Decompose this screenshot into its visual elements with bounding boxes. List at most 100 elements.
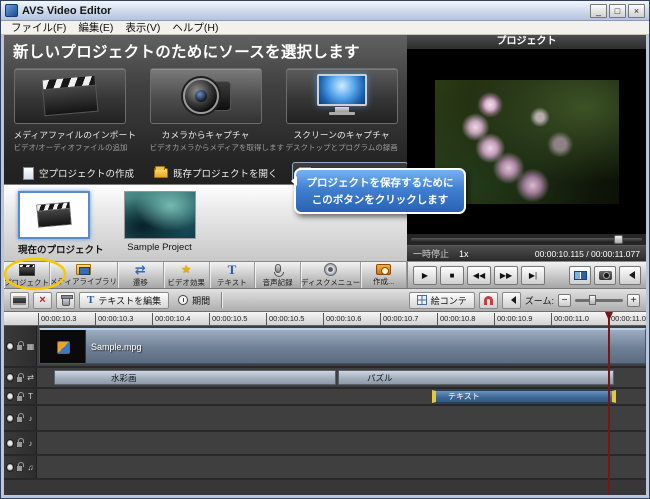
- track-row-voice: ♪: [4, 432, 646, 456]
- transition-clip[interactable]: 水彩画: [54, 370, 336, 385]
- edit-text-button[interactable]: T テキストを編集: [79, 292, 169, 309]
- fullscreen-button[interactable]: [569, 266, 591, 285]
- track-row-audio: ♪: [4, 406, 646, 432]
- transition-clip[interactable]: パズル: [338, 370, 614, 385]
- snap-magnet-button[interactable]: [479, 292, 498, 309]
- eye-icon[interactable]: [6, 439, 14, 448]
- lock-icon[interactable]: [16, 344, 23, 351]
- current-project-item[interactable]: 現在のプロジェクト: [18, 191, 104, 261]
- screen-capture-label: スクリーンのキャプチャ: [286, 128, 398, 141]
- menu-edit[interactable]: 編集(E): [72, 20, 119, 35]
- create-empty-project-button[interactable]: 空プロジェクトの作成: [17, 163, 140, 183]
- menu-file[interactable]: ファイル(F): [5, 20, 72, 35]
- duration-button[interactable]: 期間: [173, 294, 215, 307]
- voice-record-button[interactable]: 音声記録: [255, 262, 301, 288]
- lock-icon[interactable]: [16, 376, 23, 383]
- capture-camera-sublabel: ビデオカメラからメディアを取得します: [150, 142, 262, 153]
- fullscreen-icon: [574, 271, 587, 280]
- eye-icon[interactable]: [6, 463, 14, 472]
- maximize-button[interactable]: □: [609, 4, 626, 18]
- storyboard-button[interactable]: 絵コンテ: [409, 292, 475, 309]
- seek-track[interactable]: [411, 238, 642, 241]
- transitions-icon: ⇄: [135, 264, 146, 276]
- video-lane: Sample.mpg: [37, 326, 646, 366]
- close-button[interactable]: ×: [628, 4, 645, 18]
- video-effects-button[interactable]: ★ ビデオ効果: [164, 262, 210, 288]
- screen-capture-tile[interactable]: スクリーンのキャプチャ デスクトップとプログラムの録画: [286, 68, 398, 153]
- disc-menu-button[interactable]: ディスクメニュー: [301, 262, 361, 288]
- prev-frame-button[interactable]: ◀◀: [467, 266, 491, 285]
- zoom-slider[interactable]: [575, 299, 623, 302]
- minimize-button[interactable]: _: [590, 4, 607, 18]
- eye-icon[interactable]: [6, 373, 14, 382]
- import-media-label: メディアファイルのインポート: [14, 128, 126, 141]
- text-track-icon: T: [25, 392, 36, 401]
- import-media-tile[interactable]: メディアファイルのインポート ビデオ/オーディオファイルの追加: [14, 68, 126, 153]
- sample-project-item[interactable]: Sample Project: [124, 191, 196, 261]
- snapshot-button[interactable]: [594, 266, 616, 285]
- current-project-label: 現在のプロジェクト: [18, 242, 104, 256]
- speaker-small-icon: [507, 296, 516, 304]
- lock-icon[interactable]: [16, 395, 23, 402]
- edit-clip-button[interactable]: [10, 292, 29, 309]
- play-button[interactable]: ▶: [413, 266, 437, 285]
- produce-button[interactable]: 作成...: [361, 262, 407, 288]
- voice-track-header: ♪: [4, 432, 37, 454]
- text-clip[interactable]: テキスト: [432, 390, 616, 403]
- playhead[interactable]: [608, 312, 610, 495]
- video-clip-label: Sample.mpg: [91, 342, 142, 352]
- transition-track-header: ⇄: [4, 368, 37, 387]
- filmstrip-icon: [13, 296, 26, 305]
- zoom-out-button[interactable]: −: [558, 294, 571, 307]
- transition-lane: 水彩画 パズル: [37, 368, 646, 387]
- timeline-toolbar: × T テキストを編集 期間 絵コンテ ズーム: − +: [4, 289, 646, 312]
- text-T-icon: T: [87, 294, 94, 306]
- camera-snapshot-icon: [599, 271, 612, 280]
- eye-icon[interactable]: [6, 414, 14, 423]
- project-tab-button[interactable]: プロジェクト: [4, 262, 50, 288]
- stop-button[interactable]: ■: [440, 266, 464, 285]
- timeline-ruler[interactable]: 00:00:10.3 00:00:10.3 00:00:10.4 00:00:1…: [4, 312, 646, 326]
- trash-button[interactable]: [56, 292, 75, 309]
- transitions-button[interactable]: ⇄ 遷移: [118, 262, 164, 288]
- transport-controls: ▶ ■ ◀◀ ▶▶ ▶|: [407, 262, 646, 288]
- text-lane: テキスト: [37, 389, 646, 404]
- ruler-label: 00:00:10.3: [95, 313, 133, 325]
- screen-capture-sublabel: デスクトップとプログラムの録画: [286, 142, 398, 153]
- lock-icon[interactable]: [16, 441, 23, 448]
- open-existing-project-button[interactable]: 既存プロジェクトを開く: [148, 163, 284, 183]
- volume-button[interactable]: [619, 266, 641, 285]
- music-track-icon: ♫: [25, 463, 36, 472]
- text-icon: T: [228, 264, 237, 276]
- video-clip[interactable]: Sample.mpg: [39, 328, 646, 364]
- text-button[interactable]: T テキスト: [210, 262, 256, 288]
- menu-view[interactable]: 表示(V): [119, 20, 166, 35]
- next-frame-button[interactable]: ▶▶: [494, 266, 518, 285]
- eye-icon[interactable]: [6, 392, 14, 401]
- next-scene-button[interactable]: ▶|: [521, 266, 545, 285]
- media-library-button[interactable]: メディアライブラリ: [50, 262, 118, 288]
- project-icon: [19, 264, 35, 276]
- capture-camera-tile[interactable]: カメラからキャプチャ ビデオカメラからメディアを取得します: [150, 68, 262, 153]
- app-window: AVS Video Editor _ □ × ファイル(F) 編集(E) 表示(…: [0, 0, 650, 499]
- zoom-in-button[interactable]: +: [627, 294, 640, 307]
- produce-icon: [376, 264, 391, 275]
- voice-track-icon: ♪: [25, 439, 36, 448]
- start-screen: 新しいプロジェクトのためにソースを選択します メディアファイルのインポート ビデ…: [4, 35, 407, 261]
- zoom-slider-thumb[interactable]: [589, 295, 596, 305]
- clapperboard-thumb-icon: [36, 202, 71, 228]
- seek-thumb[interactable]: [614, 235, 623, 244]
- menu-help[interactable]: ヘルプ(H): [166, 20, 224, 35]
- monitor-icon: [314, 74, 370, 118]
- open-folder-icon: [154, 168, 168, 178]
- mute-button[interactable]: [502, 292, 521, 309]
- lock-icon[interactable]: [16, 416, 23, 423]
- source-tiles: メディアファイルのインポート ビデオ/オーディオファイルの追加 カメラからキャプ…: [4, 66, 407, 153]
- ruler-label: 00:00:10.5: [209, 313, 247, 325]
- lock-icon[interactable]: [16, 465, 23, 472]
- timeline-tracks: ▦ Sample.mpg ⇄ 水彩画 パズル: [4, 326, 646, 495]
- eye-icon[interactable]: [6, 342, 14, 351]
- delete-object-button[interactable]: ×: [33, 292, 52, 309]
- video-track-icon: ▦: [25, 342, 36, 351]
- text-track-header: T: [4, 389, 37, 404]
